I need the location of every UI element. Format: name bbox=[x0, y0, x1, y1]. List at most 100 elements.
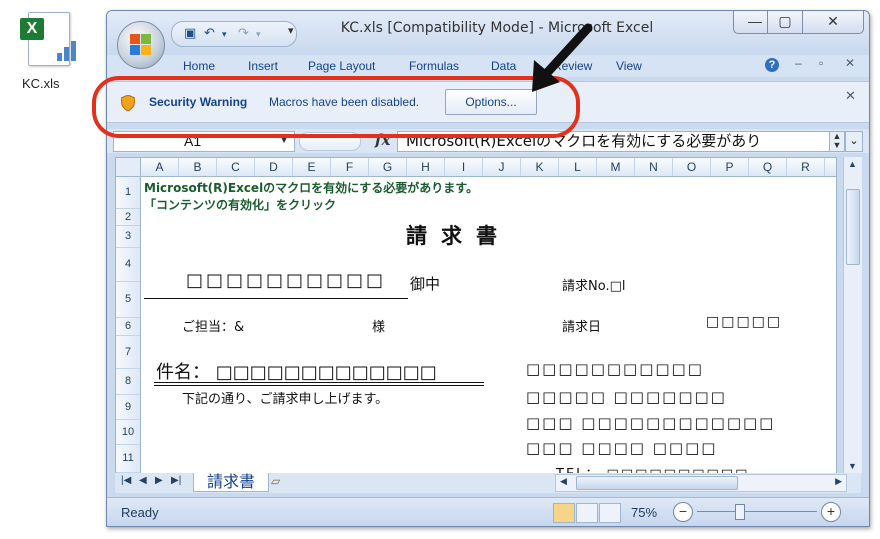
subject-underline-1 bbox=[154, 382, 484, 383]
column-header[interactable]: N bbox=[635, 158, 673, 176]
row-header[interactable]: 3 bbox=[116, 226, 140, 248]
scroll-left-icon[interactable]: ◀ bbox=[560, 476, 567, 487]
column-header[interactable]: A bbox=[141, 158, 179, 176]
column-header[interactable]: J bbox=[483, 158, 521, 176]
sama-label: 様 bbox=[372, 320, 386, 335]
formula-scroll-icon[interactable]: ▲ ▼ bbox=[829, 131, 845, 152]
zoom-level[interactable]: 75% bbox=[631, 505, 657, 520]
tab-view[interactable]: View bbox=[616, 59, 642, 73]
vertical-scrollbar[interactable]: ▲ ▼ bbox=[843, 157, 862, 473]
undo-dropdown-icon[interactable]: ▾ bbox=[222, 29, 227, 40]
scroll-up-icon[interactable]: ▲ bbox=[848, 159, 857, 169]
horizontal-scroll-thumb[interactable] bbox=[576, 476, 738, 490]
horizontal-scrollbar[interactable]: ◀ ▶ bbox=[555, 474, 847, 492]
column-header[interactable]: O bbox=[673, 158, 711, 176]
vertical-scroll-thumb[interactable] bbox=[846, 189, 860, 265]
redo-dropdown-icon[interactable]: ▾ bbox=[256, 29, 261, 40]
row-header[interactable]: 9 bbox=[116, 395, 140, 420]
column-header[interactable]: Q bbox=[749, 158, 787, 176]
file-label[interactable]: KC.xls bbox=[22, 76, 60, 91]
customize-qat-icon[interactable]: ▾ bbox=[288, 24, 294, 37]
column-header[interactable]: B bbox=[179, 158, 217, 176]
save-icon[interactable]: ▣ bbox=[184, 25, 196, 41]
column-header[interactable]: R bbox=[787, 158, 825, 176]
ribbon-tabs: Home Insert Page Layout Formulas Data Re… bbox=[107, 55, 869, 77]
tab-insert[interactable]: Insert bbox=[248, 59, 278, 73]
scroll-right-icon[interactable]: ▶ bbox=[835, 476, 842, 487]
column-header[interactable]: L bbox=[559, 158, 597, 176]
contact-person: ご担当：& bbox=[182, 320, 245, 335]
column-header[interactable]: P bbox=[711, 158, 749, 176]
invoice-number: 請求No.□l bbox=[562, 279, 626, 294]
excel-icon: X bbox=[20, 18, 44, 40]
column-header[interactable]: G bbox=[369, 158, 407, 176]
row-header[interactable]: 6 bbox=[116, 318, 140, 336]
highlight-ellipse bbox=[92, 76, 580, 138]
honorific: 御中 bbox=[410, 275, 441, 293]
prev-sheet-icon[interactable]: ◀ bbox=[139, 475, 147, 486]
next-sheet-icon[interactable]: ▶ bbox=[155, 475, 163, 486]
row-header[interactable]: 5 bbox=[116, 282, 140, 318]
column-headers: ABCDEFGHIJKLMNOPQR bbox=[141, 158, 836, 177]
redo-icon[interactable]: ↷ bbox=[238, 25, 249, 41]
column-header[interactable]: H bbox=[407, 158, 445, 176]
undo-icon[interactable]: ↶ bbox=[204, 25, 215, 41]
invoice-title: 請求書 bbox=[406, 224, 511, 248]
zoom-slider-thumb[interactable] bbox=[735, 504, 745, 520]
row-header[interactable]: 2 bbox=[116, 209, 140, 226]
row-header[interactable]: 4 bbox=[116, 248, 140, 282]
zoom-in-icon[interactable]: + bbox=[821, 502, 841, 522]
help-icon[interactable]: ? bbox=[765, 58, 779, 72]
invoice-date-value: □□□□□ bbox=[706, 314, 783, 330]
row-header[interactable]: 10 bbox=[116, 420, 140, 445]
close-warning-icon[interactable]: ✕ bbox=[845, 88, 856, 104]
tab-formulas[interactable]: Formulas bbox=[409, 59, 459, 73]
workbook-close-icon[interactable]: ✕ bbox=[845, 56, 855, 70]
expand-formula-icon[interactable]: ⌄ bbox=[845, 131, 863, 152]
company-info-line: □□□ □□□□□□□□□□□□ bbox=[526, 414, 776, 432]
page-break-preview-icon[interactable] bbox=[599, 503, 621, 523]
tab-page-layout[interactable]: Page Layout bbox=[308, 59, 375, 73]
subject: 件名： □□□□□□□□□□□□□ bbox=[156, 362, 437, 383]
row-header[interactable]: 11 bbox=[116, 445, 140, 473]
row-headers: 1 2 3 4 5 6 7 8 9 10 11 bbox=[116, 177, 141, 474]
workbook-restore-icon[interactable]: ▫ bbox=[819, 56, 823, 70]
column-header[interactable]: E bbox=[293, 158, 331, 176]
office-button[interactable] bbox=[117, 21, 165, 69]
column-header[interactable]: K bbox=[521, 158, 559, 176]
chart-icon bbox=[55, 39, 79, 61]
office-logo-icon bbox=[130, 34, 152, 56]
maximize-button[interactable]: ▢ bbox=[767, 11, 803, 34]
row-header[interactable]: 7 bbox=[116, 336, 140, 369]
invoice-date-label: 請求日 bbox=[562, 320, 602, 335]
sheet-tab-invoice[interactable]: 請求書 bbox=[193, 473, 269, 492]
row-header[interactable]: 8 bbox=[116, 369, 140, 395]
worksheet-grid[interactable]: ABCDEFGHIJKLMNOPQR 1 2 3 4 5 6 7 8 9 10 11 Microso… bbox=[115, 157, 837, 475]
workbook-minimize-icon[interactable]: – bbox=[795, 56, 802, 70]
column-header[interactable]: M bbox=[597, 158, 635, 176]
status-bar: Ready 75% − + bbox=[107, 497, 869, 526]
select-all-corner[interactable] bbox=[116, 158, 141, 177]
zoom-out-icon[interactable]: − bbox=[673, 502, 693, 522]
normal-view-icon[interactable] bbox=[553, 503, 575, 523]
intro-text: 下記の通り、ご請求申し上げます。 bbox=[182, 392, 389, 407]
status-ready: Ready bbox=[121, 505, 159, 520]
column-header[interactable]: C bbox=[217, 158, 255, 176]
sheet-tab-bar: |◀ ◀ ▶ ▶| 請求書 ▱ ◀ ▶ bbox=[115, 473, 861, 493]
macro-note-line2: 「コンテンツの有効化」をクリック bbox=[144, 198, 337, 212]
row-header[interactable]: 1 bbox=[116, 177, 140, 209]
column-header[interactable]: D bbox=[255, 158, 293, 176]
pointer-arrow-icon bbox=[532, 23, 593, 92]
zoom-slider[interactable] bbox=[697, 511, 817, 512]
insert-sheet-icon[interactable]: ▱ bbox=[271, 474, 297, 490]
column-header[interactable]: F bbox=[331, 158, 369, 176]
page-layout-view-icon[interactable] bbox=[576, 503, 598, 523]
scroll-down-icon[interactable]: ▼ bbox=[848, 461, 857, 471]
column-header[interactable]: I bbox=[445, 158, 483, 176]
view-buttons bbox=[553, 503, 627, 523]
first-sheet-icon[interactable]: |◀ bbox=[121, 475, 131, 486]
company-info-line: □□□□□ □□□□□□□ bbox=[526, 388, 727, 406]
close-button[interactable]: ✕ bbox=[802, 11, 864, 34]
tab-home[interactable]: Home bbox=[183, 59, 215, 73]
last-sheet-icon[interactable]: ▶| bbox=[171, 475, 181, 486]
